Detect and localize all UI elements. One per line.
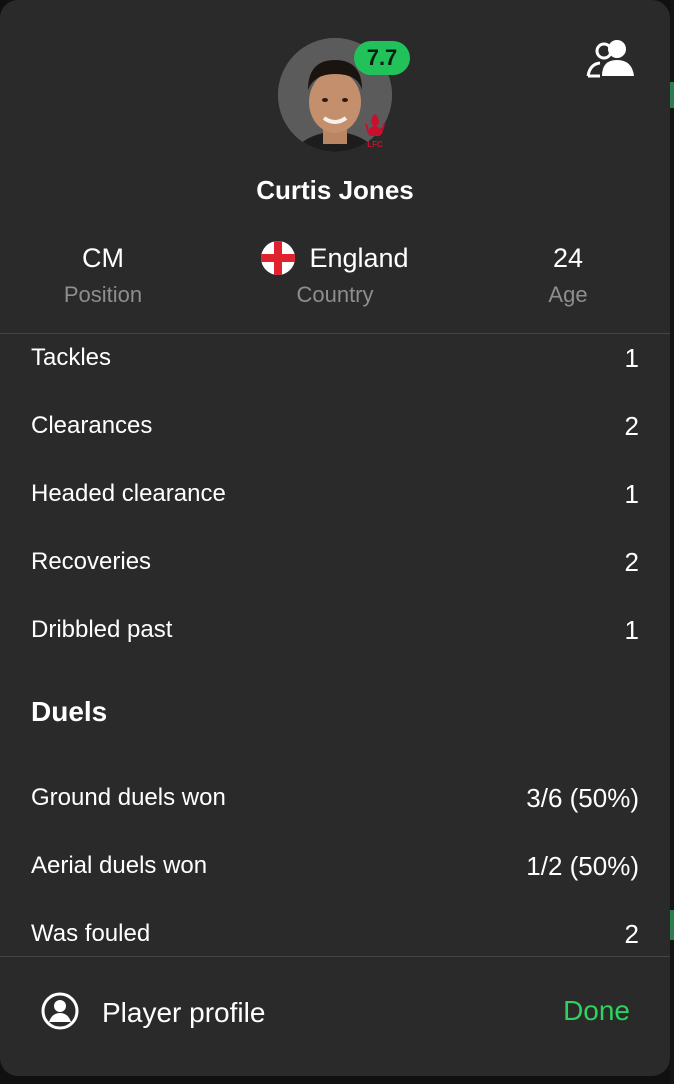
age-label: Age xyxy=(548,282,588,307)
stat-row: Recoveries 2 xyxy=(31,542,639,582)
stat-row: Tackles 1 xyxy=(31,338,639,378)
user-circle-icon xyxy=(40,991,80,1036)
sheet-footer: Player profile Done xyxy=(0,957,670,1076)
background-accent xyxy=(670,82,674,108)
background-page-edge xyxy=(670,0,674,1084)
section-title-duels: Duels xyxy=(31,696,108,727)
info-age: 24 Age xyxy=(468,240,668,308)
stat-row: Headed clearance 1 xyxy=(31,474,639,514)
stat-label: Recoveries xyxy=(31,548,152,575)
stat-label: Ground duels won xyxy=(31,784,226,811)
stat-label: Clearances xyxy=(31,412,153,439)
liverpool-crest-icon: LFC xyxy=(360,110,390,150)
stat-row: Aerial duels won 1/2 (50%) xyxy=(31,846,639,886)
position-label: Position xyxy=(63,282,143,307)
stat-value: 1 xyxy=(624,478,639,509)
stat-value: 1 xyxy=(624,342,639,373)
rating-badge: 7.7 xyxy=(354,41,410,75)
player-header: 7.7 LFC Curtis Jones CM Position England… xyxy=(0,0,670,334)
stat-label: Dribbled past xyxy=(31,616,173,643)
info-position: CM Position xyxy=(3,240,203,308)
stat-label: Aerial duels won xyxy=(31,852,208,879)
done-button[interactable]: Done xyxy=(563,995,630,1027)
position-value: CM xyxy=(82,243,124,273)
club-crest-text: LFC xyxy=(367,140,383,149)
age-value: 24 xyxy=(552,243,584,273)
england-flag-icon xyxy=(261,241,296,275)
stats-list[interactable]: Tackles 1 Clearances 2 Headed clearance … xyxy=(0,334,670,956)
stat-row: Dribbled past 1 xyxy=(31,610,639,650)
stat-row: Was fouled 2 xyxy=(31,914,639,954)
stat-row: Ground duels won 3/6 (50%) xyxy=(31,778,639,818)
stat-label: Tackles xyxy=(31,344,112,371)
compare-players-icon[interactable] xyxy=(584,36,640,80)
player-profile-label: Player profile xyxy=(102,997,266,1028)
stat-row: Clearances 2 xyxy=(31,406,639,446)
stat-value: 2 xyxy=(624,546,639,577)
stat-label: Headed clearance xyxy=(31,480,226,507)
stat-value: 3/6 (50%) xyxy=(526,782,639,813)
stat-value: 2 xyxy=(624,918,639,949)
info-country: England Country xyxy=(235,240,435,308)
stat-value: 2 xyxy=(624,410,639,441)
stat-value: 1 xyxy=(624,614,639,645)
player-avatar-group[interactable]: 7.7 LFC xyxy=(278,38,410,152)
country-value: England xyxy=(309,243,409,273)
background-accent xyxy=(670,910,674,940)
stat-value: 1/2 (50%) xyxy=(526,850,639,881)
stat-label: Was fouled xyxy=(31,920,151,947)
player-stats-sheet: 7.7 LFC Curtis Jones CM Position England… xyxy=(0,0,670,1076)
country-label: Country xyxy=(296,282,374,307)
player-profile-button[interactable]: Player profile xyxy=(40,991,265,1035)
player-name: Curtis Jones xyxy=(256,175,414,205)
